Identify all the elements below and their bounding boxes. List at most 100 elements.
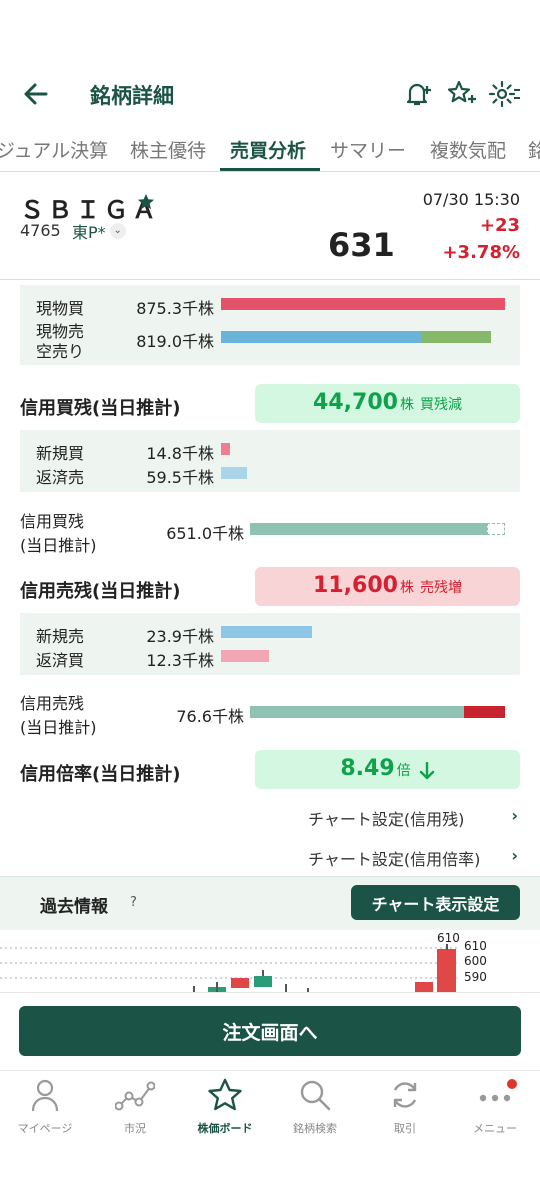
- star-icon: [208, 1078, 242, 1111]
- price-change-pct: +3.78%: [442, 242, 520, 263]
- margin-sell-detail-panel: [20, 613, 520, 675]
- nav-search-label: 銘柄検索: [293, 1122, 337, 1135]
- margin-buy-status: 買残減: [419, 397, 462, 413]
- short-sell-label: 空売り: [36, 342, 85, 361]
- chevron-right-icon: ›: [511, 806, 518, 825]
- help-icon[interactable]: ?: [130, 895, 137, 910]
- margin-buy-detail-panel: [20, 430, 520, 492]
- more-dots-icon: [479, 1079, 517, 1102]
- margin-buy-total-label: 信用買残: [20, 512, 85, 531]
- divider: [0, 279, 540, 280]
- favorite-button[interactable]: [445, 78, 477, 110]
- repay-buy-bar: [221, 650, 269, 662]
- chart-display-setting-button[interactable]: チャート表示設定: [351, 885, 520, 920]
- repay-sell-value: 59.5千株: [146, 468, 214, 487]
- margin-sell-total-value: 76.6千株: [176, 707, 244, 726]
- gear-icon: [488, 80, 520, 108]
- chart-tick-610: 610: [464, 939, 487, 953]
- chart-setting-ratio-link[interactable]: チャート設定(信用倍率) ›: [308, 846, 520, 869]
- margin-sell-total-label: 信用売残: [20, 694, 85, 713]
- margin-buy-decrease-bar: [487, 523, 505, 535]
- margin-buy-total-sublabel: (当日推計): [20, 536, 97, 555]
- current-price: 631: [328, 226, 395, 264]
- arrow-down-icon: [419, 761, 435, 784]
- search-icon: [300, 1080, 331, 1111]
- physical-buy-value: 875.3千株: [136, 299, 214, 318]
- physical-buy-label: 現物買: [36, 299, 85, 318]
- margin-sell-status: 売残増: [419, 580, 462, 596]
- physical-sell-value: 819.0千株: [136, 332, 214, 351]
- tab-visual-results[interactable]: ジュアル決算: [0, 136, 108, 163]
- mini-chart: 610 610 600 590: [0, 930, 540, 992]
- margin-ratio-value: 8.49: [340, 756, 395, 781]
- new-sell-value: 23.9千株: [146, 627, 214, 646]
- margin-sell-amount: 11,600: [313, 573, 398, 598]
- back-button[interactable]: [20, 78, 52, 110]
- chart-setting-margin-label: チャート設定(信用残): [308, 810, 465, 829]
- tab-multiple-quotes[interactable]: 複数気配: [430, 136, 506, 163]
- active-tab-indicator: [220, 168, 320, 171]
- nav-mypage-label: マイページ: [17, 1122, 73, 1135]
- nav-trade-label: 取引: [394, 1122, 416, 1135]
- repay-buy-value: 12.3千株: [146, 651, 214, 670]
- market-line-icon: [114, 1081, 156, 1111]
- chart-setting-ratio-label: チャート設定(信用倍率): [308, 850, 481, 869]
- chart-tick-600: 600: [464, 954, 487, 968]
- repay-buy-label: 返済買: [36, 651, 85, 670]
- new-buy-bar: [221, 443, 230, 455]
- nav-market[interactable]: 市況: [90, 1078, 180, 1136]
- settings-button[interactable]: [488, 78, 522, 110]
- new-buy-value: 14.8千株: [146, 444, 214, 463]
- new-buy-label: 新規買: [36, 444, 85, 463]
- tab-shareholder-benefits[interactable]: 株主優待: [130, 136, 206, 163]
- chevron-right-icon: ›: [511, 846, 518, 865]
- margin-sell-unit: 株: [399, 580, 414, 596]
- margin-sell-increase-bar: [464, 706, 505, 718]
- refresh-icon: [393, 1082, 417, 1108]
- quote-time: 07/30 15:30: [422, 190, 520, 209]
- margin-buy-title: 信用買残(当日推計): [20, 398, 181, 419]
- margin-sell-total-bar: [250, 706, 464, 718]
- margin-buy-amount: 44,700: [313, 390, 398, 415]
- chart-setting-margin-link[interactable]: チャート設定(信用残) ›: [308, 806, 520, 829]
- margin-buy-summary: 44,700 株 買残減: [255, 384, 520, 423]
- tab-trade-analysis[interactable]: 売買分析: [230, 136, 306, 163]
- star-plus-icon: [447, 80, 476, 103]
- nav-stock-board[interactable]: 株価ボード: [180, 1078, 270, 1136]
- nav-trade[interactable]: 取引: [360, 1078, 450, 1136]
- nav-mypage[interactable]: マイページ: [0, 1078, 90, 1136]
- margin-ratio-title: 信用倍率(当日推計): [20, 764, 181, 785]
- market-label: 東P*: [72, 223, 106, 242]
- nav-menu-label: メニュー: [473, 1122, 517, 1135]
- nav-search[interactable]: 銘柄検索: [270, 1078, 360, 1136]
- margin-sell-summary: 11,600 株 売残増: [255, 567, 520, 606]
- stock-code: 4765: [20, 221, 61, 240]
- page-title: 銘柄詳細: [90, 84, 174, 108]
- price-change: +23: [479, 215, 520, 236]
- physical-buy-bar: [221, 298, 505, 310]
- margin-buy-unit: 株: [399, 397, 414, 413]
- tab-more[interactable]: 銘: [528, 136, 540, 163]
- repay-sell-bar: [221, 467, 247, 479]
- chart-high-label: 610: [437, 931, 460, 945]
- physical-sell-bar: [221, 331, 422, 343]
- nav-stock-board-label: 株価ボード: [197, 1122, 253, 1135]
- short-sell-bar: [422, 331, 491, 343]
- market-selector[interactable]: 東P* ⌄: [72, 219, 126, 243]
- arrow-left-icon: [24, 83, 48, 105]
- alert-button[interactable]: [402, 78, 434, 110]
- margin-ratio-summary: 8.49 倍: [255, 750, 520, 789]
- nav-menu[interactable]: メニュー: [450, 1078, 540, 1136]
- chevron-down-icon: ⌄: [109, 223, 126, 239]
- history-title: 過去情報: [40, 897, 108, 917]
- person-icon: [31, 1079, 59, 1112]
- new-sell-label: 新規売: [36, 627, 85, 646]
- margin-buy-total-value: 651.0千株: [166, 524, 244, 543]
- new-sell-bar: [221, 626, 312, 638]
- physical-trade-panel: [20, 285, 520, 365]
- tab-summary[interactable]: サマリー: [330, 136, 406, 163]
- margin-buy-total-bar: [250, 523, 487, 535]
- repay-sell-label: 返済売: [36, 468, 85, 487]
- chart-tick-590: 590: [464, 970, 487, 984]
- order-screen-button[interactable]: 注文画面へ: [19, 1006, 521, 1056]
